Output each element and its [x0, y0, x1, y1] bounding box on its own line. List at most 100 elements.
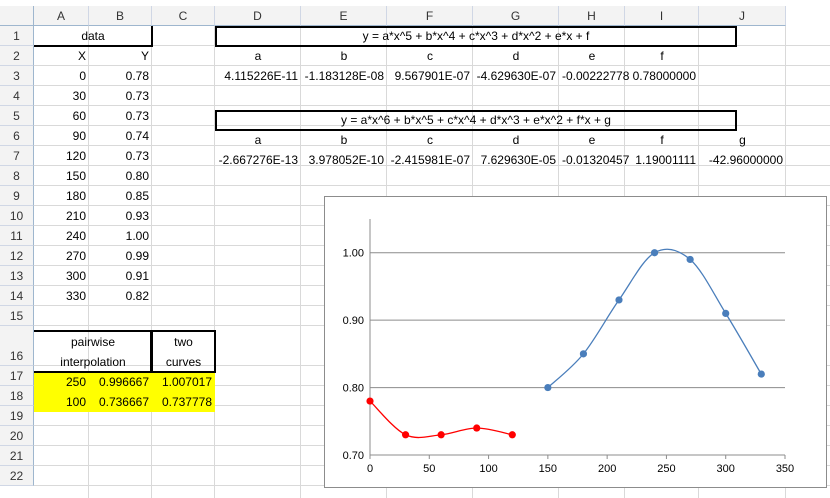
- select-all-corner[interactable]: [0, 6, 34, 26]
- formula2-coef-value[interactable]: 1.19001111: [625, 150, 699, 170]
- column-header[interactable]: F: [387, 6, 473, 26]
- formula1-coef-name[interactable]: c: [387, 46, 473, 66]
- row-header[interactable]: 12: [0, 246, 34, 266]
- row-header[interactable]: 8: [0, 166, 34, 186]
- x-value-cell[interactable]: 60: [34, 106, 89, 126]
- row-header[interactable]: 2: [0, 46, 34, 66]
- formula2-coef-name[interactable]: f: [625, 130, 699, 150]
- data-point: [544, 383, 552, 392]
- formula2-coef-name[interactable]: g: [699, 130, 786, 150]
- row-header[interactable]: 4: [0, 86, 34, 106]
- column-header[interactable]: B: [89, 6, 152, 26]
- column-header[interactable]: C: [152, 6, 215, 26]
- row-header[interactable]: 10: [0, 206, 34, 226]
- row-header[interactable]: 17: [0, 366, 34, 386]
- y-value-cell[interactable]: 0.85: [89, 186, 152, 206]
- row-header[interactable]: 6: [0, 126, 34, 146]
- formula2-coef-name[interactable]: d: [473, 130, 559, 150]
- x-value-cell[interactable]: 210: [34, 206, 89, 226]
- column-header[interactable]: H: [559, 6, 625, 26]
- x-value-cell[interactable]: 120: [34, 146, 89, 166]
- row-header[interactable]: 16: [0, 326, 34, 366]
- y-value-cell[interactable]: 0.93: [89, 206, 152, 226]
- row-header[interactable]: 5: [0, 106, 34, 126]
- row17-two-curves[interactable]: 1.007017: [152, 372, 215, 392]
- formula1-coef-value[interactable]: -1.183128E-08: [301, 66, 387, 86]
- row-header[interactable]: 14: [0, 286, 34, 306]
- row-header[interactable]: 18: [0, 386, 34, 406]
- x-value-cell[interactable]: 300: [34, 266, 89, 286]
- formula2-coef-value[interactable]: -0.01320457: [559, 150, 629, 170]
- row-header[interactable]: 11: [0, 226, 34, 246]
- data-point: [722, 309, 730, 317]
- chart[interactable]: 0.70 0.80 0.90 1.00 0 50 100 150 200 250 300 350: [324, 196, 827, 488]
- formula2-coef-value[interactable]: 3.978052E-10: [301, 150, 387, 170]
- formula2-coef-name[interactable]: c: [387, 130, 473, 150]
- row-header[interactable]: 21: [0, 446, 34, 466]
- formula1-coef-name[interactable]: b: [301, 46, 387, 66]
- x-tick-label: 0: [367, 463, 373, 475]
- y-value-cell[interactable]: 1.00: [89, 226, 152, 246]
- row18-x[interactable]: 100: [34, 392, 89, 412]
- y-value-cell[interactable]: 0.82: [89, 286, 152, 306]
- x-tick-label: 150: [539, 463, 557, 475]
- formula1-coef-value[interactable]: -4.629630E-07: [473, 66, 559, 86]
- x-value-cell[interactable]: 240: [34, 226, 89, 246]
- column-header[interactable]: A: [34, 6, 89, 26]
- column-header[interactable]: E: [301, 6, 387, 26]
- x-value-cell[interactable]: 150: [34, 166, 89, 186]
- row18-two-curves[interactable]: 0.737778: [152, 392, 215, 412]
- formula2-coef-value[interactable]: -42.96000000: [699, 150, 786, 170]
- formula1-coef-value[interactable]: -0.00222778: [559, 66, 629, 86]
- x-value-cell[interactable]: 270: [34, 246, 89, 266]
- y-value-cell[interactable]: 0.78: [89, 66, 152, 86]
- y-value-cell[interactable]: 0.73: [89, 146, 152, 166]
- column-header[interactable]: I: [625, 6, 699, 26]
- y-value-cell[interactable]: 0.74: [89, 126, 152, 146]
- row-header[interactable]: 15: [0, 306, 34, 326]
- row18-pairwise[interactable]: 0.736667: [89, 392, 152, 412]
- row17-x[interactable]: 250: [34, 372, 89, 392]
- formula2-coef-value[interactable]: -2.667276E-13: [215, 150, 301, 170]
- formula1-coef-name[interactable]: a: [215, 46, 301, 66]
- formula2-coef-name[interactable]: a: [215, 130, 301, 150]
- column-header[interactable]: G: [473, 6, 559, 26]
- column-header[interactable]: J: [699, 6, 786, 26]
- x-value-cell[interactable]: 0: [34, 66, 89, 86]
- formula1-coef-value[interactable]: 4.115226E-11: [215, 66, 301, 86]
- formula1-coef-value[interactable]: 9.567901E-07: [387, 66, 473, 86]
- row-header[interactable]: 13: [0, 266, 34, 286]
- formula1-coef-name[interactable]: d: [473, 46, 559, 66]
- x-tick-label: 350: [776, 463, 794, 475]
- data-point: [437, 431, 445, 439]
- formula2-coef-value[interactable]: 7.629630E-05: [473, 150, 559, 170]
- row-header[interactable]: 19: [0, 406, 34, 426]
- y-header-cell[interactable]: Y: [89, 46, 152, 66]
- row-header[interactable]: 9: [0, 186, 34, 206]
- formula1-coef-name[interactable]: e: [559, 46, 625, 66]
- formula2-coef-name[interactable]: b: [301, 130, 387, 150]
- formula1-coef-name[interactable]: f: [625, 46, 699, 66]
- formula2-coef-name[interactable]: e: [559, 130, 625, 150]
- x-value-cell[interactable]: 90: [34, 126, 89, 146]
- y-value-cell[interactable]: 0.99: [89, 246, 152, 266]
- x-tick-label: 50: [423, 463, 435, 475]
- row-header[interactable]: 3: [0, 66, 34, 86]
- column-header[interactable]: D: [215, 6, 301, 26]
- row17-pairwise[interactable]: 0.996667: [89, 372, 152, 392]
- x-value-cell[interactable]: 30: [34, 86, 89, 106]
- x-value-cell[interactable]: 180: [34, 186, 89, 206]
- formula1-coef-value[interactable]: 0.78000000: [625, 66, 699, 86]
- y-value-cell[interactable]: 0.91: [89, 266, 152, 286]
- formula2-coef-value[interactable]: -2.415981E-07: [387, 150, 473, 170]
- row-header[interactable]: 22: [0, 466, 34, 486]
- data-point: [615, 296, 623, 304]
- row-header[interactable]: 1: [0, 26, 34, 46]
- x-value-cell[interactable]: 330: [34, 286, 89, 306]
- x-header-cell[interactable]: X: [34, 46, 89, 66]
- y-value-cell[interactable]: 0.80: [89, 166, 152, 186]
- row-header[interactable]: 20: [0, 426, 34, 446]
- y-value-cell[interactable]: 0.73: [89, 106, 152, 126]
- y-value-cell[interactable]: 0.73: [89, 86, 152, 106]
- row-header[interactable]: 7: [0, 146, 34, 166]
